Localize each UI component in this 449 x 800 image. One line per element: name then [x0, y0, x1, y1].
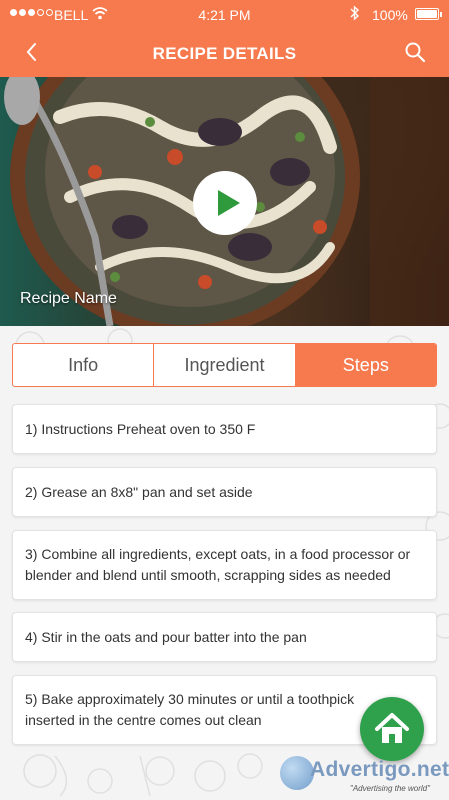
- battery-icon: [415, 8, 442, 20]
- globe-icon: [280, 756, 314, 790]
- play-video-button[interactable]: [193, 171, 257, 235]
- search-button[interactable]: [404, 41, 426, 63]
- watermark-logo: Advertigo.net "Advertising the world": [280, 752, 449, 796]
- recipe-tabs: Info Ingredient Steps: [12, 343, 437, 387]
- page-title: RECIPE DETAILS: [152, 44, 297, 63]
- bluetooth-icon: [350, 5, 360, 24]
- play-icon: [218, 190, 240, 216]
- status-bar: BELL 4:21 PM 100%: [0, 0, 449, 30]
- step-item: 2) Grease an 8x8" pan and set aside: [12, 467, 437, 517]
- home-icon: [375, 713, 409, 743]
- tab-steps[interactable]: Steps: [294, 344, 436, 386]
- step-item: 4) Stir in the oats and pour batter into…: [12, 612, 437, 662]
- tab-ingredient[interactable]: Ingredient: [153, 344, 294, 386]
- step-item: 3) Combine all ingredients, except oats,…: [12, 530, 437, 600]
- recipe-hero-image: Recipe Name: [0, 77, 449, 326]
- step-item: 1) Instructions Preheat oven to 350 F: [12, 404, 437, 454]
- search-icon: [405, 42, 426, 63]
- battery-percentage: 100%: [372, 7, 408, 23]
- watermark-tagline: "Advertising the world": [350, 784, 430, 793]
- watermark-brand: Advertigo.net: [310, 758, 449, 781]
- app-header: BELL 4:21 PM 100% RECIPE DETAILS: [0, 0, 449, 77]
- tab-info[interactable]: Info: [13, 344, 153, 386]
- recipe-name: Recipe Name: [20, 290, 117, 307]
